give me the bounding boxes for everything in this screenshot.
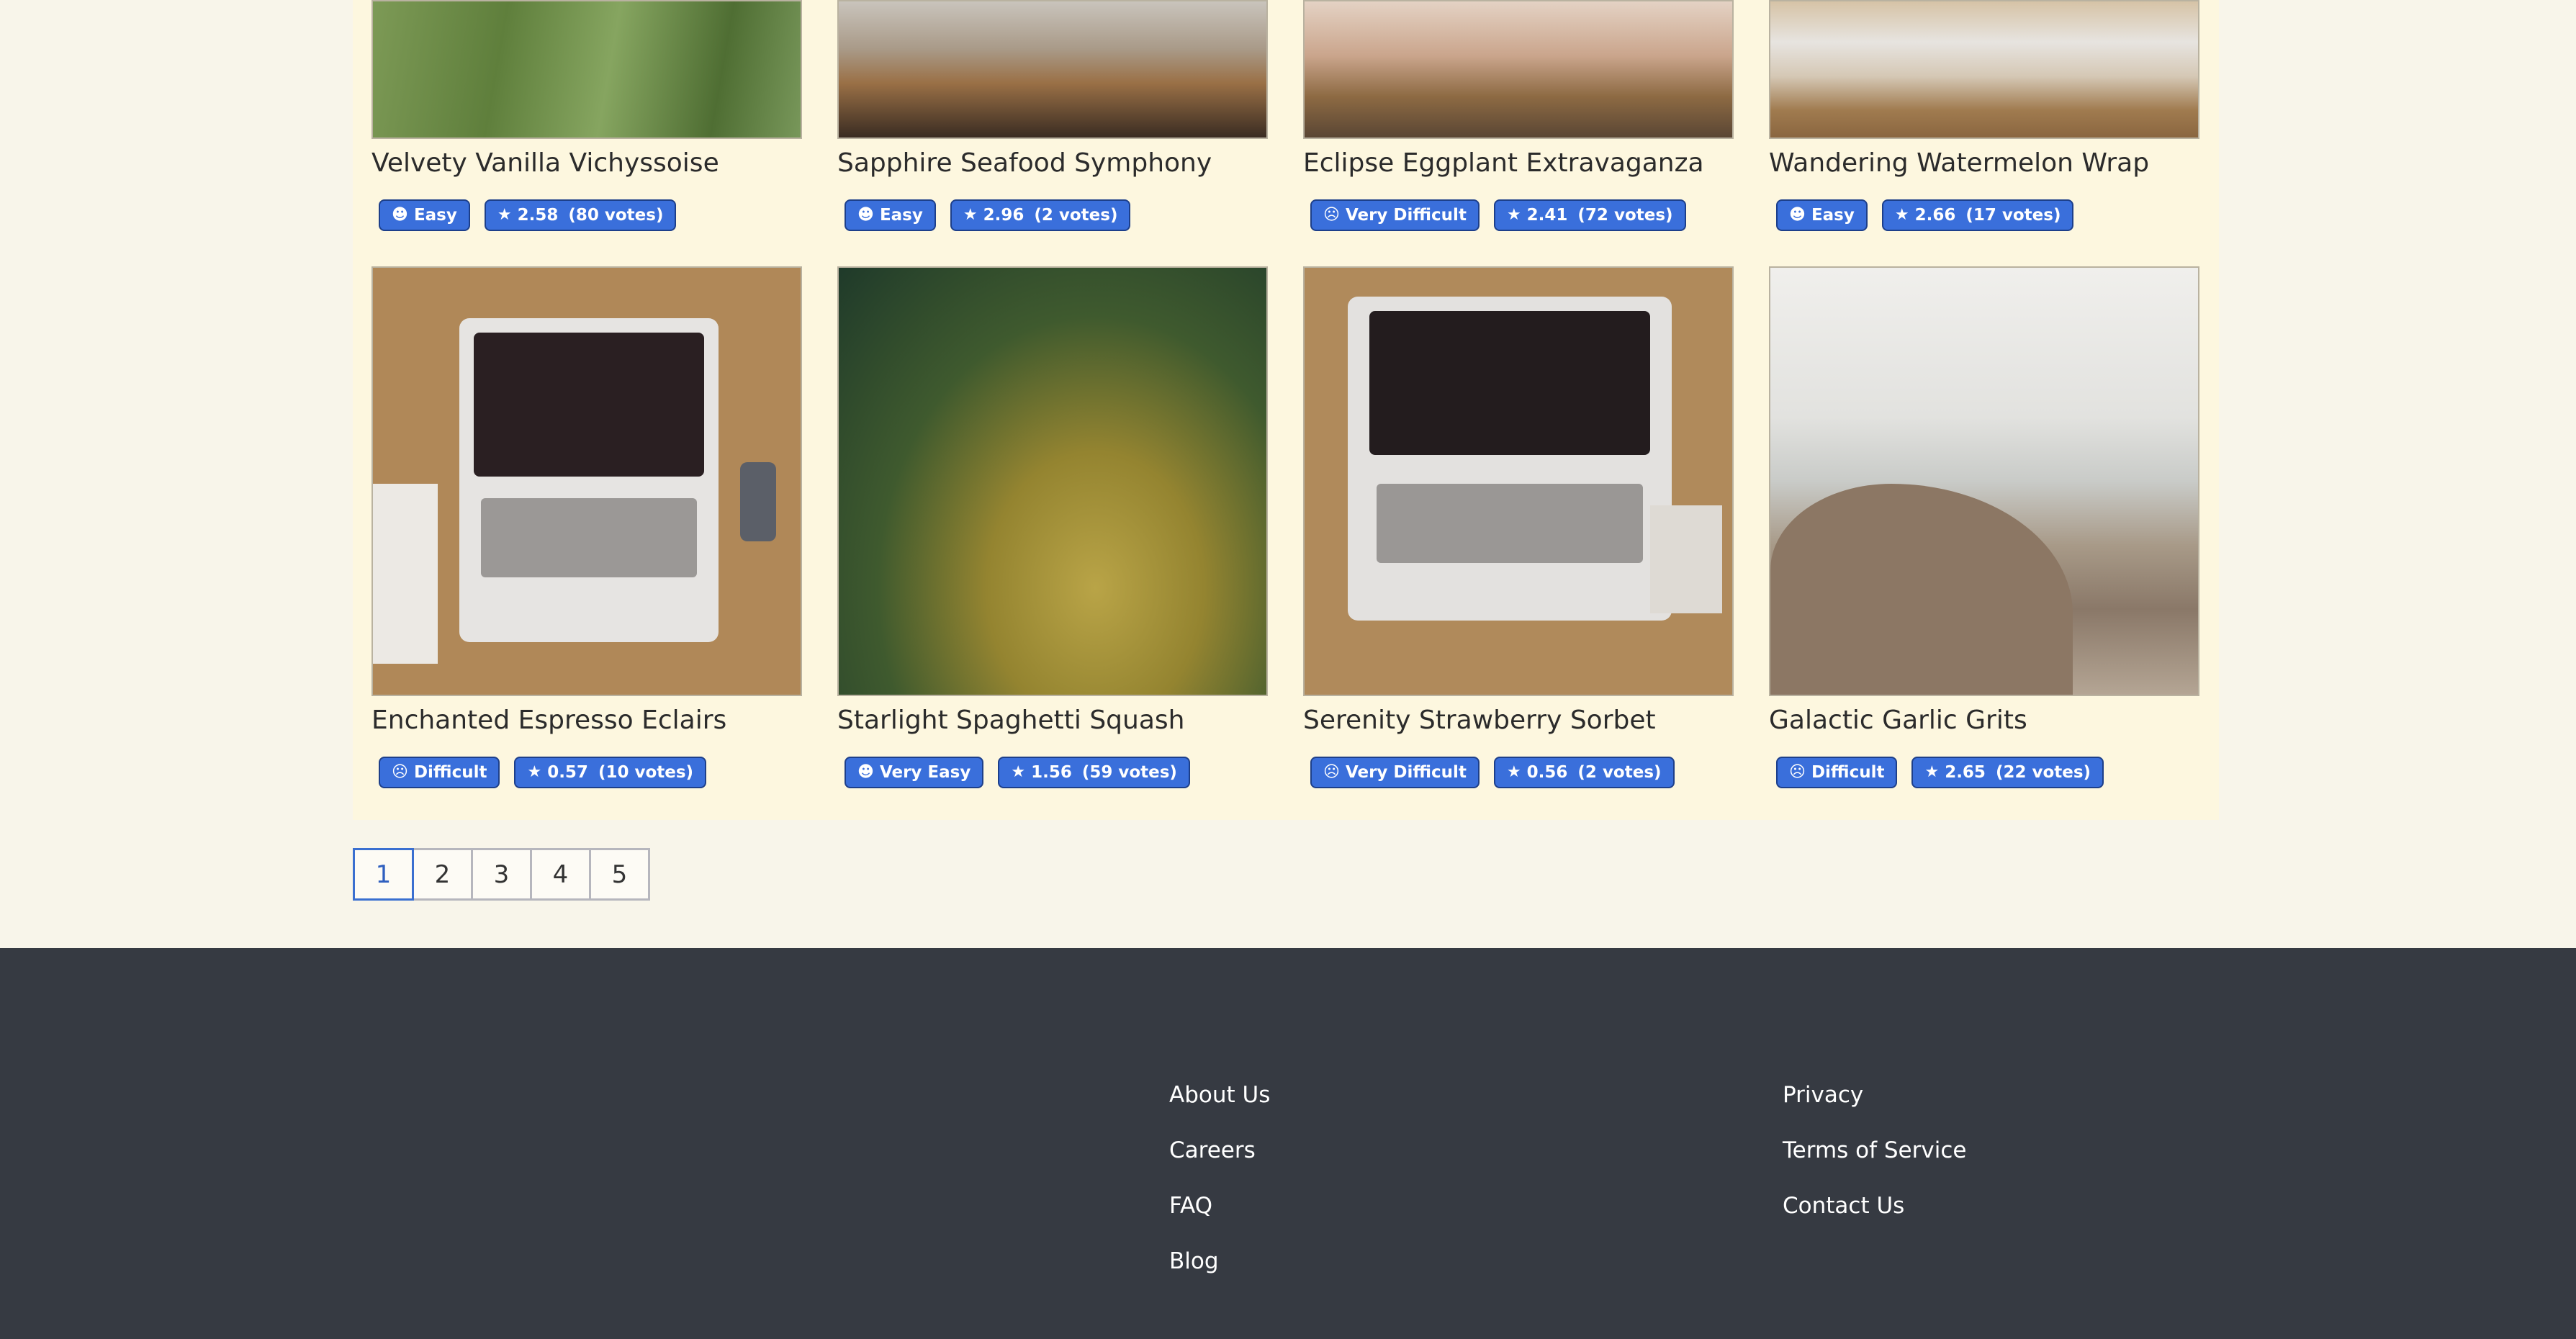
footer-link-faq[interactable]: FAQ (1169, 1191, 1270, 1246)
footer-link-privacy[interactable]: Privacy (1783, 1080, 1966, 1135)
page-1-button[interactable]: 1 (353, 848, 414, 901)
recipe-title[interactable]: Enchanted Espresso Eclairs (371, 703, 802, 738)
footer-link-blog[interactable]: Blog (1169, 1246, 1270, 1302)
footer-link-terms[interactable]: Terms of Service (1783, 1135, 1966, 1191)
difficulty-badge: ☻ Easy (845, 199, 936, 231)
recipe-title[interactable]: Galactic Garlic Grits (1769, 703, 2199, 738)
recipe-grid: Velvety Vanilla Vichyssoise ☻ Easy ★ 2.58(… (353, 0, 2219, 820)
pagination: 1 2 3 4 5 (353, 848, 650, 901)
recipe-card[interactable]: Wandering Watermelon Wrap ☻ Easy ★ 2.66 (17… (1769, 0, 2199, 231)
difficulty-badge: ☹ Difficult (379, 757, 500, 788)
star-icon: ★ (1924, 763, 1940, 781)
star-icon: ★ (1506, 763, 1521, 781)
recipe-image[interactable] (837, 0, 1268, 139)
recipe-card[interactable]: Starlight Spaghetti Squash ☻ Very Easy ★ 1… (837, 266, 1268, 788)
smile-icon: ☻ (857, 763, 874, 781)
dizzy-face-icon: ☹ (392, 763, 408, 781)
dizzy-face-icon: ☹ (1323, 763, 1340, 781)
rating-badge: ★ 2.66 (17 votes) (1881, 199, 2074, 231)
footer-link-careers[interactable]: Careers (1169, 1135, 1270, 1191)
rating-badge: ★ 2.41 (72 votes) (1493, 199, 1686, 231)
difficulty-badge: ☹ Very Difficult (1310, 199, 1480, 231)
recipe-title[interactable]: Velvety Vanilla Vichyssoise (371, 146, 802, 181)
page-2-button[interactable]: 2 (412, 848, 473, 901)
recipe-card[interactable]: Sapphire Seafood Symphony ☻ Easy ★ 2.96 (2 … (837, 0, 1268, 231)
recipe-card[interactable]: Eclipse Eggplant Extravaganza ☹ Very Diff… (1303, 0, 1734, 231)
recipe-card[interactable]: Enchanted Espresso Eclairs ☹ Difficult ★ 0… (371, 266, 802, 788)
difficulty-badge: ☹ Difficult (1776, 757, 1898, 788)
rating-badge: ★ 1.56 (59 votes) (998, 757, 1190, 788)
recipe-image[interactable] (1769, 266, 2199, 696)
footer (0, 948, 2576, 1339)
difficulty-badge: ☻ Easy (1776, 199, 1868, 231)
recipe-image[interactable] (1303, 266, 1734, 696)
smile-icon: ☻ (392, 206, 408, 224)
smile-icon: ☻ (1789, 206, 1806, 224)
difficulty-badge: ☻ Very Easy (845, 757, 984, 788)
recipe-image[interactable] (371, 266, 802, 696)
rating-badge: ★ 0.56 (2 votes) (1493, 757, 1675, 788)
footer-link-contact[interactable]: Contact Us (1783, 1191, 1966, 1246)
smile-icon: ☻ (857, 206, 874, 224)
star-icon: ★ (527, 763, 542, 781)
recipe-title[interactable]: Starlight Spaghetti Squash (837, 703, 1268, 738)
recipe-title[interactable]: Sapphire Seafood Symphony (837, 146, 1268, 181)
recipe-card[interactable]: Serenity Strawberry Sorbet ☹ Very Difficu… (1303, 266, 1734, 788)
star-icon: ★ (1011, 763, 1026, 781)
recipe-title[interactable]: Eclipse Eggplant Extravaganza (1303, 146, 1734, 181)
recipe-card[interactable]: Galactic Garlic Grits ☹ Difficult ★ 2.65 (2… (1769, 266, 2199, 788)
footer-links-company: About Us Careers FAQ Blog (1169, 1080, 1270, 1302)
page-4-button[interactable]: 4 (530, 848, 591, 901)
rating-badge: ★ 0.57 (10 votes) (514, 757, 707, 788)
footer-link-about-us[interactable]: About Us (1169, 1080, 1270, 1135)
footer-links-legal: Privacy Terms of Service Contact Us (1783, 1080, 1966, 1246)
page-3-button[interactable]: 3 (471, 848, 532, 901)
star-icon: ★ (1894, 206, 1909, 224)
recipe-image[interactable] (837, 266, 1268, 696)
recipe-title[interactable]: Serenity Strawberry Sorbet (1303, 703, 1734, 738)
dizzy-face-icon: ☹ (1323, 206, 1340, 224)
rating-badge: ★ 2.65 (22 votes) (1911, 757, 2104, 788)
difficulty-badge: ☹ Very Difficult (1310, 757, 1480, 788)
recipe-image[interactable] (1769, 0, 2199, 139)
recipe-image[interactable] (1303, 0, 1734, 139)
dizzy-face-icon: ☹ (1789, 763, 1806, 781)
difficulty-badge: ☻ Easy (379, 199, 470, 231)
page-5-button[interactable]: 5 (589, 848, 650, 901)
star-icon: ★ (963, 206, 978, 224)
recipe-title[interactable]: Wandering Watermelon Wrap (1769, 146, 2199, 181)
recipe-image[interactable] (371, 0, 802, 139)
star-icon: ★ (1506, 206, 1521, 224)
rating-badge: ★ 2.96 (2 votes) (950, 199, 1131, 231)
recipe-card[interactable]: Velvety Vanilla Vichyssoise ☻ Easy ★ 2.58(… (371, 0, 802, 231)
star-icon: ★ (497, 206, 512, 224)
rating-badge: ★ 2.58 (80 votes) (484, 199, 677, 231)
